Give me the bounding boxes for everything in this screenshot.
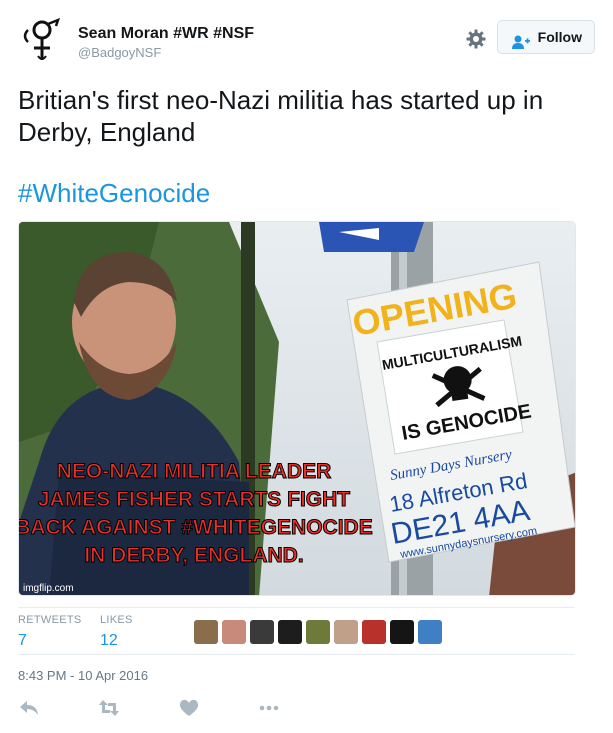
liker-avatar[interactable] xyxy=(362,620,386,644)
likes-label: LIKES xyxy=(100,614,133,626)
overlay-line-1: NEO-NAZI MILITIA LEADER xyxy=(57,460,332,483)
liker-avatar[interactable] xyxy=(390,620,414,644)
follow-label: Follow xyxy=(537,29,582,45)
liker-avatar[interactable] xyxy=(250,620,274,644)
retweets-label: RETWEETS xyxy=(18,614,82,626)
imgflip-watermark: imgflip.com xyxy=(23,583,74,594)
love-symbol-avatar-icon xyxy=(23,17,61,60)
retweets-stat[interactable]: RETWEETS 7 xyxy=(18,614,82,651)
divider xyxy=(18,607,575,608)
gear-icon[interactable] xyxy=(465,28,487,50)
liker-avatar[interactable] xyxy=(278,620,302,644)
liker-avatar[interactable] xyxy=(306,620,330,644)
overlay-line-2: JAMES FISHER STARTS FIGHT xyxy=(38,488,350,511)
overlay-line-4: IN DERBY, ENGLAND. xyxy=(84,544,303,567)
liker-avatar[interactable] xyxy=(334,620,358,644)
retweets-count: 7 xyxy=(18,632,27,649)
avatar[interactable] xyxy=(18,16,66,64)
liker-avatar[interactable] xyxy=(194,620,218,644)
tweet-timestamp[interactable]: 8:43 PM - 10 Apr 2016 xyxy=(18,668,148,683)
photo-meme: OPENING MULTICULTURALISM IS GENOCIDE Sun… xyxy=(19,222,575,595)
reply-icon[interactable] xyxy=(18,698,40,718)
tweet-actions xyxy=(18,698,318,722)
retweet-icon[interactable] xyxy=(98,698,120,718)
hashtag-link[interactable]: #WhiteGenocide xyxy=(18,177,210,209)
tweet-header: Sean Moran #WR #NSF @BadgoyNSF Follow xyxy=(18,16,595,66)
likes-stat[interactable]: LIKES 12 xyxy=(100,614,133,651)
author-names[interactable]: Sean Moran #WR #NSF @BadgoyNSF xyxy=(78,24,254,62)
tweet-stats: RETWEETS 7 LIKES 12 xyxy=(18,614,578,654)
divider xyxy=(18,654,575,655)
tweet-text: Britian's first neo-Nazi militia has sta… xyxy=(18,85,544,147)
user-handle[interactable]: @BadgoyNSF xyxy=(78,44,254,62)
add-user-icon xyxy=(511,29,531,49)
more-icon[interactable] xyxy=(258,698,280,718)
heart-icon[interactable] xyxy=(178,698,200,718)
follow-button[interactable]: Follow xyxy=(497,20,595,54)
liker-avatar[interactable] xyxy=(222,620,246,644)
liker-avatar[interactable] xyxy=(418,620,442,644)
tweet-image[interactable]: OPENING MULTICULTURALISM IS GENOCIDE Sun… xyxy=(18,221,576,596)
likes-count: 12 xyxy=(100,632,118,649)
overlay-line-3: BACK AGAINST #WHITEGENOCIDE xyxy=(19,516,373,539)
display-name[interactable]: Sean Moran #WR #NSF xyxy=(78,24,254,44)
